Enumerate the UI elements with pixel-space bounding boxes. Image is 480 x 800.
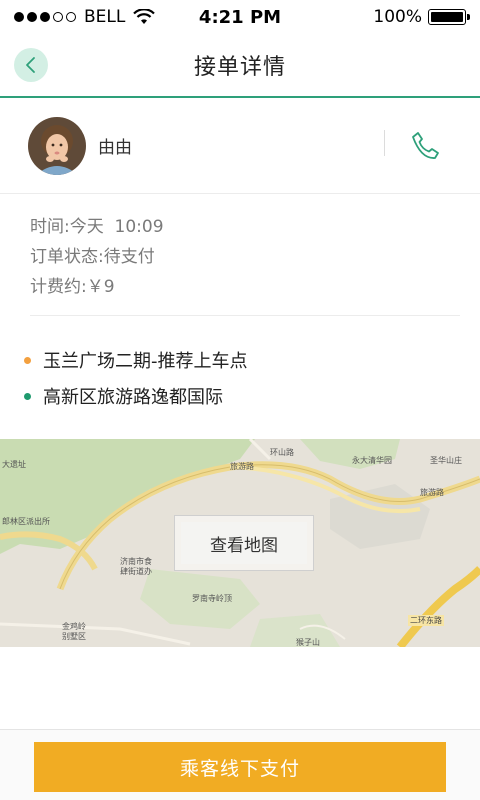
offline-payment-button[interactable]: 乘客线下支付 xyxy=(34,742,446,792)
vertical-divider xyxy=(384,130,385,156)
order-fare-label: 计费约: xyxy=(30,277,87,297)
map-label: 郎林区派出所 xyxy=(2,517,50,526)
pickup-address-row: 玉兰广场二期-推荐上车点 xyxy=(24,342,464,378)
map-view[interactable]: 大遗址 环山路 永大清华园 圣华山庄 旅游路 旅游路 郎林区派出所 济南市食 肆… xyxy=(0,439,480,647)
order-time-line: 时间:今天 10:09 xyxy=(30,212,460,242)
chevron-left-icon xyxy=(26,57,35,73)
view-map-button[interactable]: 查看地图 xyxy=(181,522,307,564)
order-time-value: 今天 10:09 xyxy=(69,217,164,237)
order-status-line: 订单状态:待支付 xyxy=(30,242,460,272)
map-label: 罗南寺岭顶 xyxy=(192,594,232,603)
passenger-row: 由由 xyxy=(0,98,480,194)
dropoff-address: 高新区旅游路逸都国际 xyxy=(43,387,223,408)
map-label: 猴子山 xyxy=(296,638,320,647)
map-label: 二环东路 xyxy=(408,615,444,626)
dropoff-dot-icon xyxy=(24,392,31,400)
pickup-address: 玉兰广场二期-推荐上车点 xyxy=(43,351,248,372)
phone-icon xyxy=(412,132,439,159)
route-addresses: 玉兰广场二期-推荐上车点 高新区旅游路逸都国际 xyxy=(24,342,464,414)
avatar xyxy=(28,116,86,175)
bottom-bar: 乘客线下支付 xyxy=(0,729,480,800)
status-bar: BELL 4:21 PM 100% xyxy=(0,0,480,34)
call-button[interactable] xyxy=(405,126,445,166)
battery-icon xyxy=(428,9,470,25)
page-title: 接单详情 xyxy=(193,55,286,80)
dropoff-address-row: 高新区旅游路逸都国际 xyxy=(24,378,464,414)
order-status-label: 订单状态: xyxy=(30,247,104,267)
map-label: 旅游路 xyxy=(420,488,444,497)
map-label: 永大清华园 xyxy=(352,456,392,465)
map-label: 肆街道办 xyxy=(120,567,152,576)
carrier-name: BELL xyxy=(84,7,126,27)
view-map-button-frame: 查看地图 xyxy=(174,515,314,571)
nav-header: 接单详情 xyxy=(0,34,480,98)
back-button[interactable] xyxy=(14,48,48,82)
battery-percentage: 100% xyxy=(373,7,422,27)
order-time-label: 时间: xyxy=(30,217,70,237)
map-label: 别墅区 xyxy=(62,632,86,641)
map-label: 旅游路 xyxy=(230,462,254,471)
map-label: 圣华山庄 xyxy=(430,456,462,465)
map-label: 大遗址 xyxy=(2,460,26,469)
wifi-icon xyxy=(133,9,156,24)
order-status-value: 待支付 xyxy=(103,247,155,267)
order-fare-value: ￥9 xyxy=(86,277,115,297)
map-label: 环山路 xyxy=(270,448,294,457)
signal-strength-icon xyxy=(14,12,76,22)
order-fare-line: 计费约:￥9 xyxy=(30,272,460,302)
order-info: 时间:今天 10:09 订单状态:待支付 计费约:￥9 xyxy=(30,212,460,316)
passenger-name: 由由 xyxy=(98,138,132,158)
pickup-dot-icon xyxy=(24,356,31,364)
